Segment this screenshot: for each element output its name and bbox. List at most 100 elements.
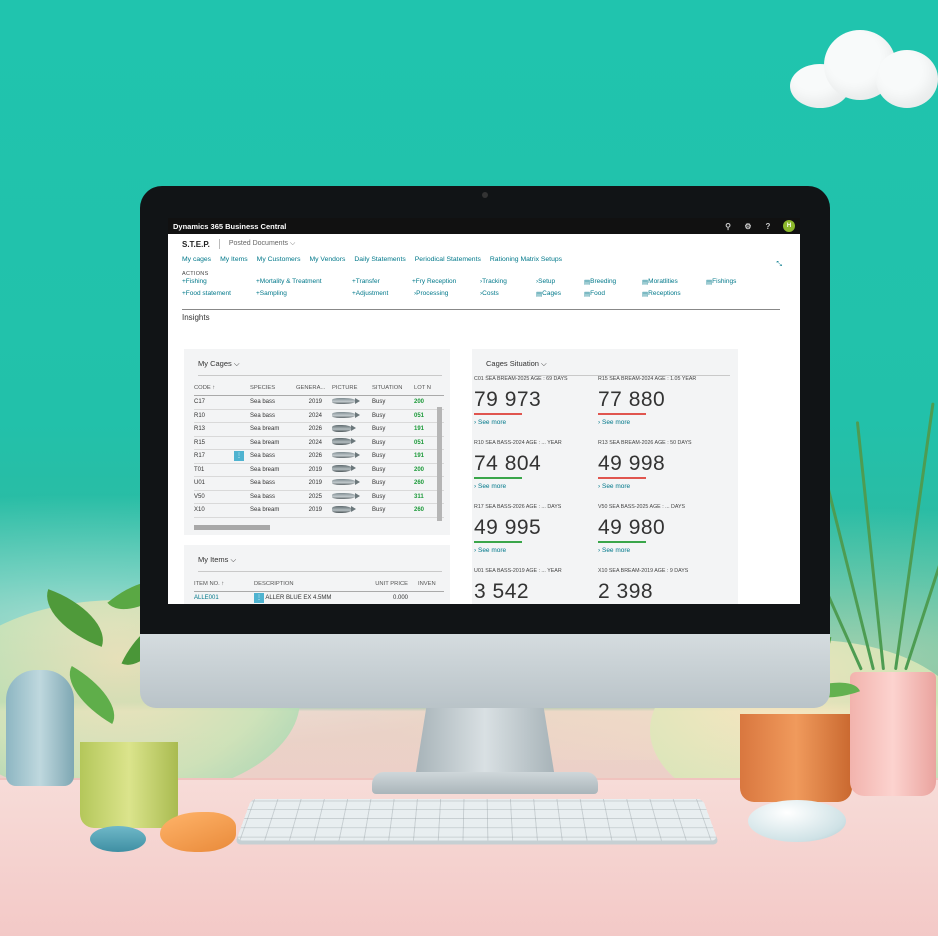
cage-code[interactable]: R13 — [194, 422, 250, 437]
nav-my-vendors[interactable]: My Vendors — [309, 256, 345, 263]
cage-tile[interactable]: R13 SEA BREAM-2026 AGE : 50 DAYS 49 998 › … — [598, 440, 708, 490]
col-code[interactable]: CODE ↑ — [194, 385, 250, 396]
cage-tile[interactable]: X10 SEA BREAM-2019 AGE : 9 DAYS 2 398 — [598, 568, 708, 603]
cage-tile[interactable]: U01 SEA BASS-2019 AGE : ... YEAR 3 542 — [474, 568, 584, 603]
cage-tile[interactable]: V50 SEA BASS-2025 AGE : ... DAYS 49 980 › … — [598, 504, 708, 554]
settings-icon[interactable]: ⚙ — [741, 222, 755, 231]
row-menu-icon[interactable]: ⋮ — [234, 451, 244, 462]
table-row[interactable]: R13 Sea bream 2026 Busy 191 — [194, 422, 444, 437]
table-row[interactable]: T01 Sea bream 2019 Busy 200 — [194, 463, 444, 477]
table-row[interactable]: ALLE001 ⋮ ALLER BLUE EX 4.5MM 0.000 — [194, 591, 444, 604]
col-unit-price[interactable]: UNIT PRICE — [358, 581, 418, 592]
cage-tile[interactable]: R10 SEA BASS-2024 AGE : ... YEAR 74 804 › … — [474, 440, 584, 490]
action-moratlities[interactable]: ▤ Moratlities — [642, 278, 678, 286]
avatar[interactable]: H — [783, 220, 795, 232]
action-costs[interactable]: › Costs — [480, 290, 499, 297]
cage-tile[interactable]: R15 SEA BREAM-2024 AGE : 1.05 YEAR 77 880… — [598, 376, 708, 426]
cage-code[interactable]: R15 — [194, 436, 250, 450]
cage-code[interactable]: X10 — [194, 503, 250, 518]
action-food-statement[interactable]: + Food statement — [182, 290, 231, 297]
row-menu-icon[interactable]: ⋮ — [254, 593, 264, 604]
table-row[interactable]: X10 Sea bream 2019 Busy 260 — [194, 503, 444, 518]
action-processing[interactable]: › Processing — [414, 290, 448, 297]
col-species[interactable]: SPECIES — [250, 385, 296, 396]
see-more-link[interactable]: › See more — [598, 419, 708, 426]
see-more-link[interactable]: › See more — [474, 483, 584, 490]
cage-code[interactable]: U01 — [194, 476, 250, 491]
vertical-scrollbar[interactable] — [437, 407, 442, 521]
col-description[interactable]: DESCRIPTION — [254, 581, 358, 592]
nav-daily-statements[interactable]: Daily Statements — [354, 256, 405, 263]
tile-value[interactable]: 79 973 — [474, 389, 584, 411]
chevron-down-icon: ⌵ — [230, 555, 237, 564]
tile-value[interactable]: 74 804 — [474, 453, 584, 475]
col-generation[interactable]: GENERA... — [296, 385, 332, 396]
col-inventory[interactable]: INVEN — [418, 581, 444, 592]
cage-code[interactable]: V50 — [194, 490, 250, 504]
action-sampling[interactable]: + Sampling — [256, 290, 287, 297]
cage-tile[interactable]: R17 SEA BASS-2026 AGE : ... DAYS 49 995 › … — [474, 504, 584, 554]
action-transfer[interactable]: + Transfer — [352, 278, 380, 285]
posted-documents-menu[interactable]: Posted Documents ⌵ — [229, 240, 295, 248]
col-situation[interactable]: SITUATION — [372, 385, 414, 396]
table-row[interactable]: R10 Sea bass 2024 Busy 051 — [194, 409, 444, 423]
action-fishings[interactable]: ▤ Fishings — [706, 278, 736, 286]
action-tracking[interactable]: › Tracking — [480, 278, 507, 285]
nav-periodical-statements[interactable]: Periodical Statements — [415, 256, 481, 263]
horizontal-scrollbar[interactable] — [194, 525, 270, 530]
search-icon[interactable]: ⚲ — [721, 222, 735, 231]
mouse[interactable] — [748, 800, 846, 842]
action-cages[interactable]: ▤ Cages — [536, 290, 561, 298]
cage-code[interactable]: T01 — [194, 463, 250, 477]
action-breeding[interactable]: ▤ Breeding — [584, 278, 616, 286]
chevron-right-icon: › — [598, 483, 601, 490]
table-row[interactable]: V50 Sea bass 2025 Busy 311 — [194, 490, 444, 504]
shell-decoration — [90, 826, 146, 852]
col-item-no[interactable]: ITEM NO. ↑ — [194, 581, 254, 592]
see-more-link[interactable]: › See more — [598, 547, 708, 554]
action-adjustment[interactable]: + Adjustment — [352, 290, 388, 297]
cage-tile[interactable]: C01 SEA BREAM-2025 AGE : 69 DAYS 79 973 › … — [474, 376, 584, 426]
tile-value[interactable]: 49 998 — [598, 453, 708, 475]
see-more-link[interactable]: › See more — [474, 547, 584, 554]
nav-rationing-matrix[interactable]: Rationing Matrix Setups — [490, 256, 562, 263]
cage-code[interactable]: C17 — [194, 395, 250, 410]
action-mortality[interactable]: + Mortality & Treatment — [256, 278, 322, 285]
collapse-icon[interactable]: ⤡ — [776, 261, 782, 269]
see-more-link[interactable]: › See more — [598, 483, 708, 490]
table-row[interactable]: R17 ⋮ Sea bass 2026 Busy 191 — [194, 449, 444, 464]
tile-value[interactable]: 77 880 — [598, 389, 708, 411]
cage-species: Sea bass — [250, 395, 296, 410]
item-inventory — [418, 591, 444, 604]
help-icon[interactable]: ? — [761, 222, 775, 231]
tile-value[interactable]: 2 398 — [598, 581, 708, 603]
nav-my-cages[interactable]: My cages — [182, 256, 211, 263]
sea-bass-picture — [332, 479, 360, 486]
nav-my-customers[interactable]: My Customers — [257, 256, 301, 263]
actions-grid: + Fishing + Food statement + Mortality &… — [182, 277, 786, 303]
table-row[interactable]: U01 Sea bass 2019 Busy 260 — [194, 476, 444, 491]
nav-my-items[interactable]: My Items — [220, 256, 248, 263]
col-lot[interactable]: LOT N — [414, 385, 444, 396]
table-row[interactable]: C17 Sea bass 2019 Busy 200 — [194, 395, 444, 410]
my-items-title[interactable]: My Items ⌵ — [184, 545, 450, 571]
col-picture[interactable]: PICTURE — [332, 385, 372, 396]
action-receptions[interactable]: ▤ Receptions — [642, 290, 681, 298]
action-fry-reception[interactable]: + Fry Reception — [412, 278, 456, 285]
navigation-bar: My cages My Items My Customers My Vendor… — [182, 256, 786, 263]
item-no[interactable]: ALLE001 — [194, 591, 254, 604]
cage-code[interactable]: R10 — [194, 409, 250, 423]
table-row[interactable]: R15 Sea bream 2024 Busy 051 — [194, 436, 444, 450]
see-more-link[interactable]: › See more — [474, 419, 584, 426]
action-food[interactable]: ▤ Food — [584, 290, 605, 298]
action-setup[interactable]: › Setup — [536, 278, 555, 285]
tile-value[interactable]: 3 542 — [474, 581, 584, 603]
cages-situation-title[interactable]: Cages Situation ⌵ — [472, 349, 738, 375]
keyboard[interactable] — [236, 798, 718, 841]
plant-pot-left — [80, 742, 178, 828]
tile-value[interactable]: 49 995 — [474, 517, 584, 539]
my-cages-title[interactable]: My Cages ⌵ — [184, 349, 450, 375]
tile-value[interactable]: 49 980 — [598, 517, 708, 539]
role-center-header: S.T.E.P. Posted Documents ⌵ My cages My … — [168, 234, 800, 303]
action-fishing[interactable]: + Fishing — [182, 278, 207, 285]
